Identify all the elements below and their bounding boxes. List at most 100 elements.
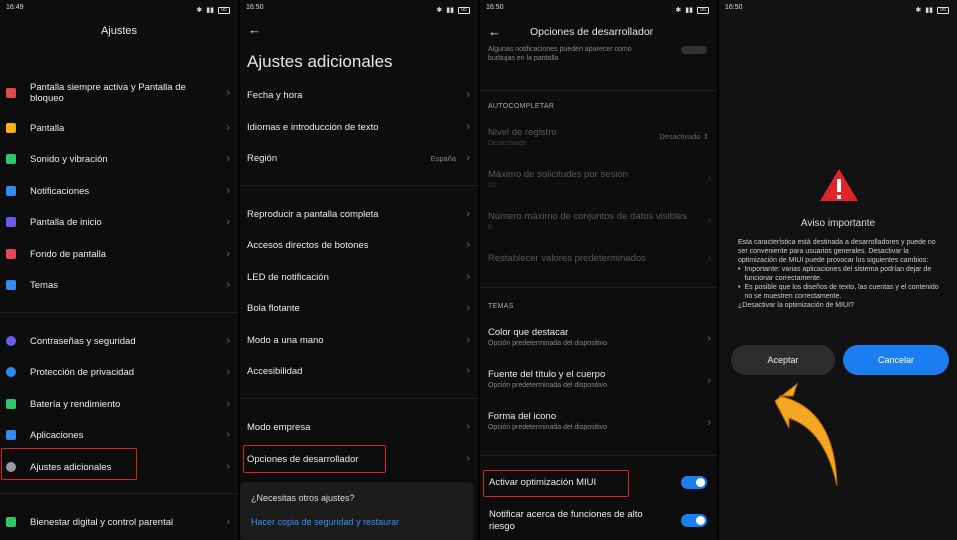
chevron-right-icon: › bbox=[466, 365, 470, 377]
miui-optimization-highlight bbox=[483, 470, 629, 497]
chevron-right-icon: › bbox=[226, 248, 230, 260]
status-time: 16:49 bbox=[6, 4, 24, 11]
settings-item[interactable]: Aplicaciones › bbox=[0, 424, 238, 446]
section-autocomplete: AUTOCOMPLETAR bbox=[488, 103, 555, 110]
divider bbox=[0, 493, 238, 494]
additional-settings-item-label: Idiomas e introducción de texto bbox=[247, 121, 379, 133]
battery-icon: 95 bbox=[697, 6, 709, 14]
settings-item[interactable]: Pantalla siempre activa y Pantalla de bl… bbox=[0, 82, 238, 104]
developer-options-screen: 16:50 ✱ ▮▮ 95 ← Opciones de desarrollador … bbox=[480, 0, 717, 540]
additional-settings-item[interactable]: Accesibilidad › bbox=[240, 362, 478, 380]
additional-settings-item[interactable]: Reproducir a pantalla completa › bbox=[240, 205, 478, 223]
additional-settings-item-value: España bbox=[430, 153, 456, 163]
warning-dialog-screen: 16:50 ✱ ▮▮ 95 Aviso importante Esta caract… bbox=[719, 0, 957, 540]
settings-item-label: Contraseñas y seguridad bbox=[30, 335, 136, 347]
signal-icon: ▮▮ bbox=[206, 7, 214, 14]
status-bar: 16:50 ✱ ▮▮ 95 bbox=[246, 4, 470, 16]
cancel-button[interactable]: Cancelar bbox=[843, 345, 949, 375]
settings-item[interactable]: Temas › bbox=[0, 274, 238, 296]
page-title: Opciones de desarrollador bbox=[530, 26, 654, 38]
chevron-right-icon: › bbox=[226, 216, 230, 228]
chevron-right-icon: › bbox=[226, 429, 230, 441]
additional-settings-item[interactable]: Modo empresa › bbox=[240, 418, 478, 436]
chevron-right-icon: › bbox=[466, 208, 470, 220]
settings-item-icon bbox=[6, 217, 16, 227]
warning-icon bbox=[820, 169, 858, 201]
settings-item[interactable]: Fondo de pantalla › bbox=[0, 243, 238, 265]
theme-item[interactable]: Color que destacar Opción predeterminada … bbox=[488, 327, 711, 347]
theme-item[interactable]: Forma del icono Opción predeterminada del… bbox=[488, 411, 711, 431]
developer-options-highlight bbox=[243, 445, 386, 473]
settings-item-icon bbox=[6, 517, 16, 527]
status-time: 16:50 bbox=[486, 4, 504, 11]
settings-item[interactable]: Protección de privacidad › bbox=[0, 361, 238, 383]
bullet-dot-icon: • bbox=[738, 266, 741, 273]
settings-item[interactable]: Bienestar digital y control parental › bbox=[0, 511, 238, 533]
chevron-right-icon: › bbox=[707, 173, 711, 185]
settings-item-label: Pantalla de inicio bbox=[30, 216, 102, 228]
settings-item[interactable]: Notificaciones › bbox=[0, 180, 238, 202]
additional-settings-item-label: Región bbox=[247, 152, 278, 164]
settings-item[interactable]: Pantalla › bbox=[0, 117, 238, 139]
additional-settings-item[interactable]: Bola flotante › bbox=[240, 299, 478, 317]
chevron-right-icon: › bbox=[226, 366, 230, 378]
settings-item-label: Sonido y vibración bbox=[30, 153, 108, 165]
additional-settings-item[interactable]: Fecha y hora › bbox=[240, 86, 478, 104]
settings-item-label: Batería y rendimiento bbox=[30, 398, 121, 410]
bubbles-toggle[interactable] bbox=[681, 46, 707, 54]
chevron-right-icon: › bbox=[466, 334, 470, 346]
additional-settings-item-label: Reproducir a pantalla completa bbox=[247, 208, 379, 220]
accept-label: Aceptar bbox=[767, 355, 799, 365]
settings-item[interactable]: Batería y rendimiento › bbox=[0, 393, 238, 415]
miui-optimization-toggle[interactable] bbox=[681, 476, 707, 489]
backup-restore-link[interactable]: Hacer copia de seguridad y restaurar bbox=[251, 517, 399, 527]
chevron-right-icon: › bbox=[707, 417, 711, 429]
theme-item[interactable]: Fuente del título y el cuerpo Opción pred… bbox=[488, 369, 711, 389]
back-arrow-icon[interactable]: ← bbox=[248, 22, 261, 37]
additional-settings-item[interactable]: Región España › bbox=[240, 149, 478, 167]
battery-icon: 95 bbox=[458, 6, 470, 14]
max-datasets-label: Número máximo de conjuntos de datos visi… bbox=[488, 211, 688, 222]
settings-item-icon bbox=[6, 280, 16, 290]
notify-features-toggle[interactable] bbox=[681, 514, 707, 527]
settings-item[interactable]: Sonido y vibración › bbox=[0, 148, 238, 170]
settings-item-label: Fondo de pantalla bbox=[30, 248, 107, 260]
additional-settings-item-label: LED de notificación bbox=[247, 271, 329, 283]
additional-settings-item[interactable]: Accesos directos de botones › bbox=[240, 236, 478, 254]
settings-item-icon bbox=[6, 186, 16, 196]
chevron-right-icon: › bbox=[226, 461, 230, 473]
theme-item-sub: Opción predeterminada del dispositivo bbox=[488, 340, 608, 347]
back-arrow-icon[interactable]: ← bbox=[488, 24, 501, 39]
chevron-right-icon: › bbox=[466, 421, 470, 433]
signal-icon: ▮▮ bbox=[685, 7, 693, 14]
battery-icon: 95 bbox=[937, 6, 949, 14]
status-time: 16:50 bbox=[725, 4, 743, 11]
status-bar: 16:50 ✱ ▮▮ 95 bbox=[486, 4, 709, 16]
settings-item[interactable]: Contraseñas y seguridad › bbox=[0, 330, 238, 352]
additional-settings-item-label: Fecha y hora bbox=[247, 89, 303, 101]
chevron-right-icon: › bbox=[226, 279, 230, 291]
additional-settings-item[interactable]: LED de notificación › bbox=[240, 268, 478, 286]
settings-item-icon bbox=[6, 336, 16, 346]
updown-icon: ⇕ bbox=[702, 132, 709, 141]
section-themes: TEMAS bbox=[488, 303, 514, 310]
chevron-right-icon: › bbox=[707, 333, 711, 345]
log-level-row: Nivel de registro Desactivado Desactivad… bbox=[488, 127, 709, 147]
additional-settings-item[interactable]: Idiomas e introducción de texto › bbox=[240, 118, 478, 136]
chevron-right-icon: › bbox=[466, 121, 470, 133]
log-level-value: Desactivado ⇕ bbox=[659, 132, 709, 141]
settings-item-label: Notificaciones bbox=[30, 185, 90, 197]
help-card-title: ¿Necesitas otros ajustes? bbox=[251, 493, 355, 503]
status-time: 16:50 bbox=[246, 4, 264, 11]
cancel-label: Cancelar bbox=[877, 355, 915, 365]
max-datasets-sub: 0 bbox=[488, 224, 492, 231]
bubbles-note: Algunas notificaciones pueden aparecer c… bbox=[488, 46, 632, 62]
additional-settings-item-label: Accesos directos de botones bbox=[247, 239, 369, 251]
additional-settings-item[interactable]: Modo a una mano › bbox=[240, 331, 478, 349]
settings-item[interactable]: Pantalla de inicio › bbox=[0, 211, 238, 233]
signal-icon: ▮▮ bbox=[446, 7, 454, 14]
divider bbox=[480, 287, 717, 288]
theme-item-sub: Opción predeterminada del dispositivo bbox=[488, 382, 608, 389]
status-bar: 16:50 ✱ ▮▮ 95 bbox=[725, 4, 949, 16]
chevron-right-icon: › bbox=[226, 122, 230, 134]
